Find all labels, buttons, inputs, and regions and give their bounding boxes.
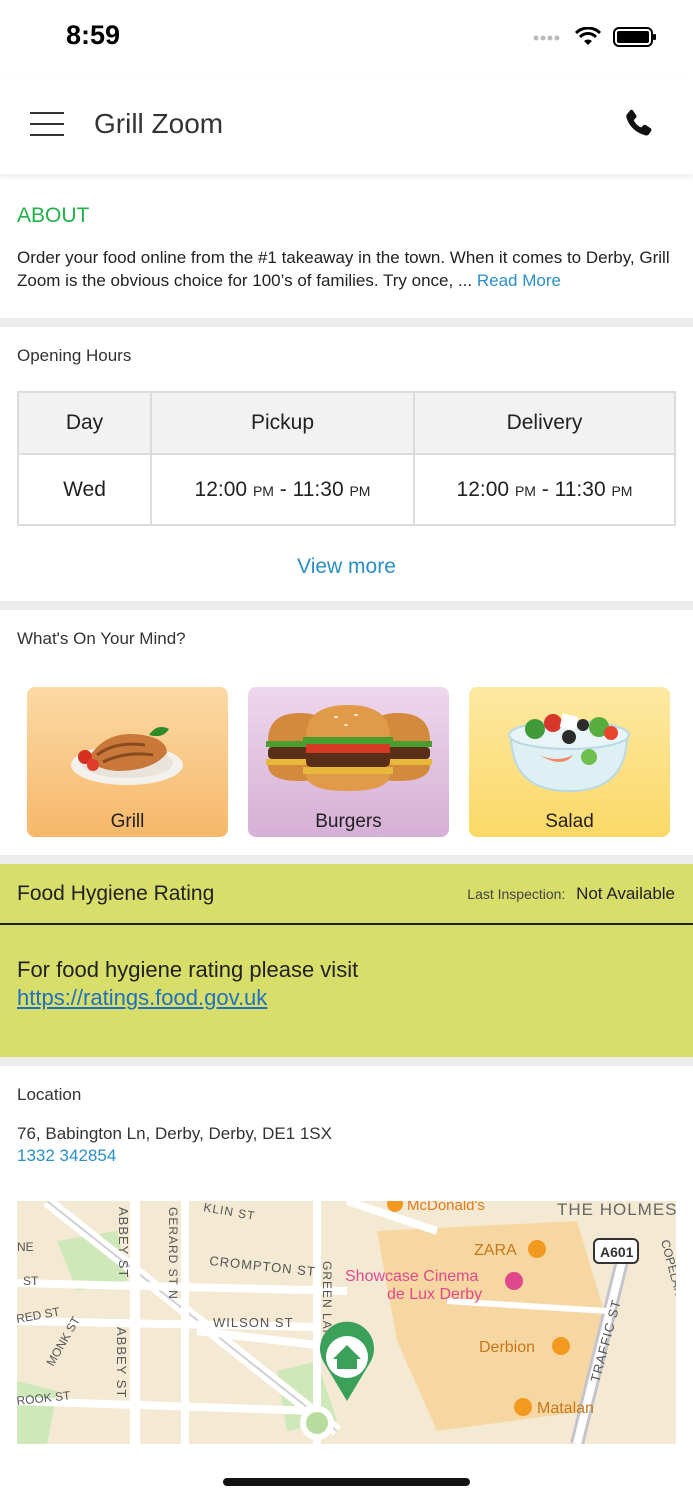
divider bbox=[0, 1057, 693, 1066]
categories-label: What's On Your Mind? bbox=[17, 629, 186, 648]
map-label: WILSON ST bbox=[213, 1315, 294, 1330]
opening-hours-section: Opening Hours Day Pickup Delivery Wed 12… bbox=[0, 327, 693, 601]
about-section: ABOUT Order your food online from the #1… bbox=[0, 174, 693, 318]
signal-icon bbox=[533, 35, 560, 41]
about-description: Order your food online from the #1 takea… bbox=[17, 248, 670, 290]
opening-hours-label: Opening Hours bbox=[17, 346, 132, 365]
location-section: Location 76, Babington Ln, Derby, Derby,… bbox=[0, 1066, 693, 1456]
map-label: de Lux Derby bbox=[387, 1286, 482, 1303]
map-label: GERARD ST N bbox=[166, 1207, 180, 1300]
map-label: Showcase Cinema bbox=[345, 1268, 479, 1285]
time-separator: - bbox=[279, 477, 287, 501]
map-label: ZARA bbox=[474, 1242, 517, 1259]
table-row: Wed 12:00 PM - 11:30 PM 12:00 PM - 11:30… bbox=[17, 453, 676, 526]
pickup-end: 11:30 bbox=[292, 477, 344, 501]
home-indicator[interactable] bbox=[223, 1478, 470, 1486]
category-card-burgers[interactable]: Burgers bbox=[248, 687, 449, 837]
hygiene-text: For food hygiene rating please visit bbox=[17, 957, 359, 982]
wifi-icon bbox=[575, 27, 601, 45]
categories-section: What's On Your Mind? Grill Burgers Salad bbox=[0, 610, 693, 855]
last-inspection-label: Last Inspection: bbox=[467, 886, 566, 902]
divider bbox=[0, 318, 693, 327]
day-cell: Wed bbox=[17, 453, 152, 526]
map-label: ST bbox=[23, 1274, 39, 1288]
delivery-end: 11:30 bbox=[554, 477, 606, 501]
salad-bowl-icon bbox=[508, 713, 630, 793]
about-heading: ABOUT bbox=[17, 204, 90, 227]
hygiene-section: Food Hygiene Rating Last Inspection: Not… bbox=[0, 864, 693, 1057]
pickup-start-ampm: PM bbox=[252, 482, 274, 499]
hygiene-link[interactable]: https://ratings.food.gov.uk bbox=[17, 984, 358, 1012]
pickup-end-ampm: PM bbox=[349, 482, 371, 499]
menu-icon[interactable] bbox=[30, 112, 64, 138]
status-bar: 8:59 bbox=[0, 0, 693, 76]
category-label: Burgers bbox=[315, 811, 382, 832]
hygiene-divider bbox=[0, 923, 693, 925]
divider bbox=[0, 601, 693, 610]
delivery-start-ampm: PM bbox=[514, 482, 536, 499]
read-more-link[interactable]: Read More bbox=[477, 271, 561, 290]
delivery-start: 12:00 bbox=[456, 477, 510, 501]
hygiene-message: For food hygiene rating please visit htt… bbox=[17, 956, 358, 1012]
status-icons bbox=[533, 26, 657, 48]
app-title: Grill Zoom bbox=[94, 108, 224, 139]
map-canvas: McDonald's THE HOLMES ZARA A601 Showcase… bbox=[17, 1201, 676, 1444]
category-card-salad[interactable]: Salad bbox=[469, 687, 670, 837]
map-label: NE bbox=[17, 1240, 34, 1254]
hygiene-title: Food Hygiene Rating bbox=[17, 882, 215, 905]
map-label: A601 bbox=[600, 1244, 634, 1260]
map-label: ABBEY ST bbox=[114, 1327, 129, 1398]
location-map[interactable]: McDonald's THE HOLMES ZARA A601 Showcase… bbox=[17, 1201, 676, 1444]
last-inspection: Last Inspection: Not Available bbox=[467, 884, 675, 904]
column-delivery: Delivery bbox=[413, 391, 676, 455]
grilled-chicken-icon bbox=[71, 727, 183, 785]
view-more-link[interactable]: View more bbox=[0, 555, 693, 579]
category-card-grill[interactable]: Grill bbox=[27, 687, 228, 837]
map-label: Matalan bbox=[537, 1400, 594, 1417]
category-label: Grill bbox=[110, 811, 145, 832]
time-separator: - bbox=[541, 477, 549, 501]
map-label: Derbion bbox=[479, 1339, 535, 1356]
delivery-end-ampm: PM bbox=[611, 482, 633, 499]
phone-link[interactable]: 1332 342854 bbox=[17, 1146, 116, 1166]
column-pickup: Pickup bbox=[150, 391, 415, 455]
last-inspection-value: Not Available bbox=[576, 884, 675, 903]
location-label: Location bbox=[17, 1085, 82, 1104]
map-label: ABBEY ST bbox=[116, 1207, 131, 1278]
pickup-start: 12:00 bbox=[194, 477, 248, 501]
phone-icon[interactable] bbox=[621, 107, 655, 141]
status-time: 8:59 bbox=[66, 20, 121, 50]
map-label: THE HOLMES bbox=[557, 1201, 676, 1219]
burger-icon bbox=[266, 705, 432, 791]
delivery-cell: 12:00 PM - 11:30 PM bbox=[413, 453, 676, 526]
divider bbox=[0, 855, 693, 864]
hours-table: Day Pickup Delivery Wed 12:00 PM - 11:30… bbox=[17, 391, 676, 526]
category-label: Salad bbox=[545, 811, 594, 832]
pickup-cell: 12:00 PM - 11:30 PM bbox=[150, 453, 415, 526]
column-day: Day bbox=[17, 391, 152, 455]
app-header: Grill Zoom bbox=[0, 76, 693, 174]
hours-header-row: Day Pickup Delivery bbox=[17, 391, 676, 455]
map-label: McDonald's bbox=[407, 1201, 485, 1214]
address: 76, Babington Ln, Derby, Derby, DE1 1SX bbox=[17, 1124, 332, 1143]
battery-icon bbox=[613, 27, 656, 47]
about-text: Order your food online from the #1 takea… bbox=[17, 246, 682, 292]
